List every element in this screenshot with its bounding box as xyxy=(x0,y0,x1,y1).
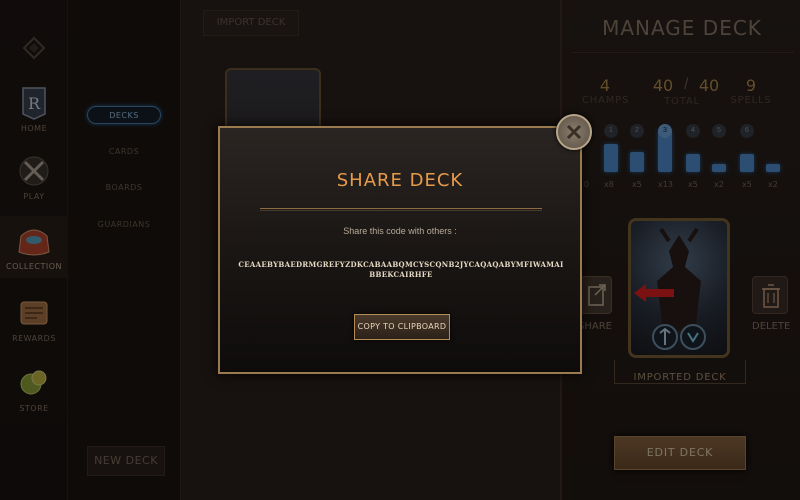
close-icon xyxy=(566,124,582,140)
copy-to-clipboard-button[interactable]: COPY TO CLIPBOARD xyxy=(354,314,450,340)
share-deck-modal: SHARE DECK Share this code with others :… xyxy=(218,126,582,374)
modal-subtitle: Share this code with others : xyxy=(343,226,457,236)
modal-title: SHARE DECK xyxy=(336,170,464,191)
deck-code: CEAAEBYBAEDRMGREFYZDKCABAABQMCYSCQNB2JYC… xyxy=(238,260,564,279)
close-modal-button[interactable] xyxy=(556,114,592,150)
modal-divider xyxy=(260,208,542,211)
